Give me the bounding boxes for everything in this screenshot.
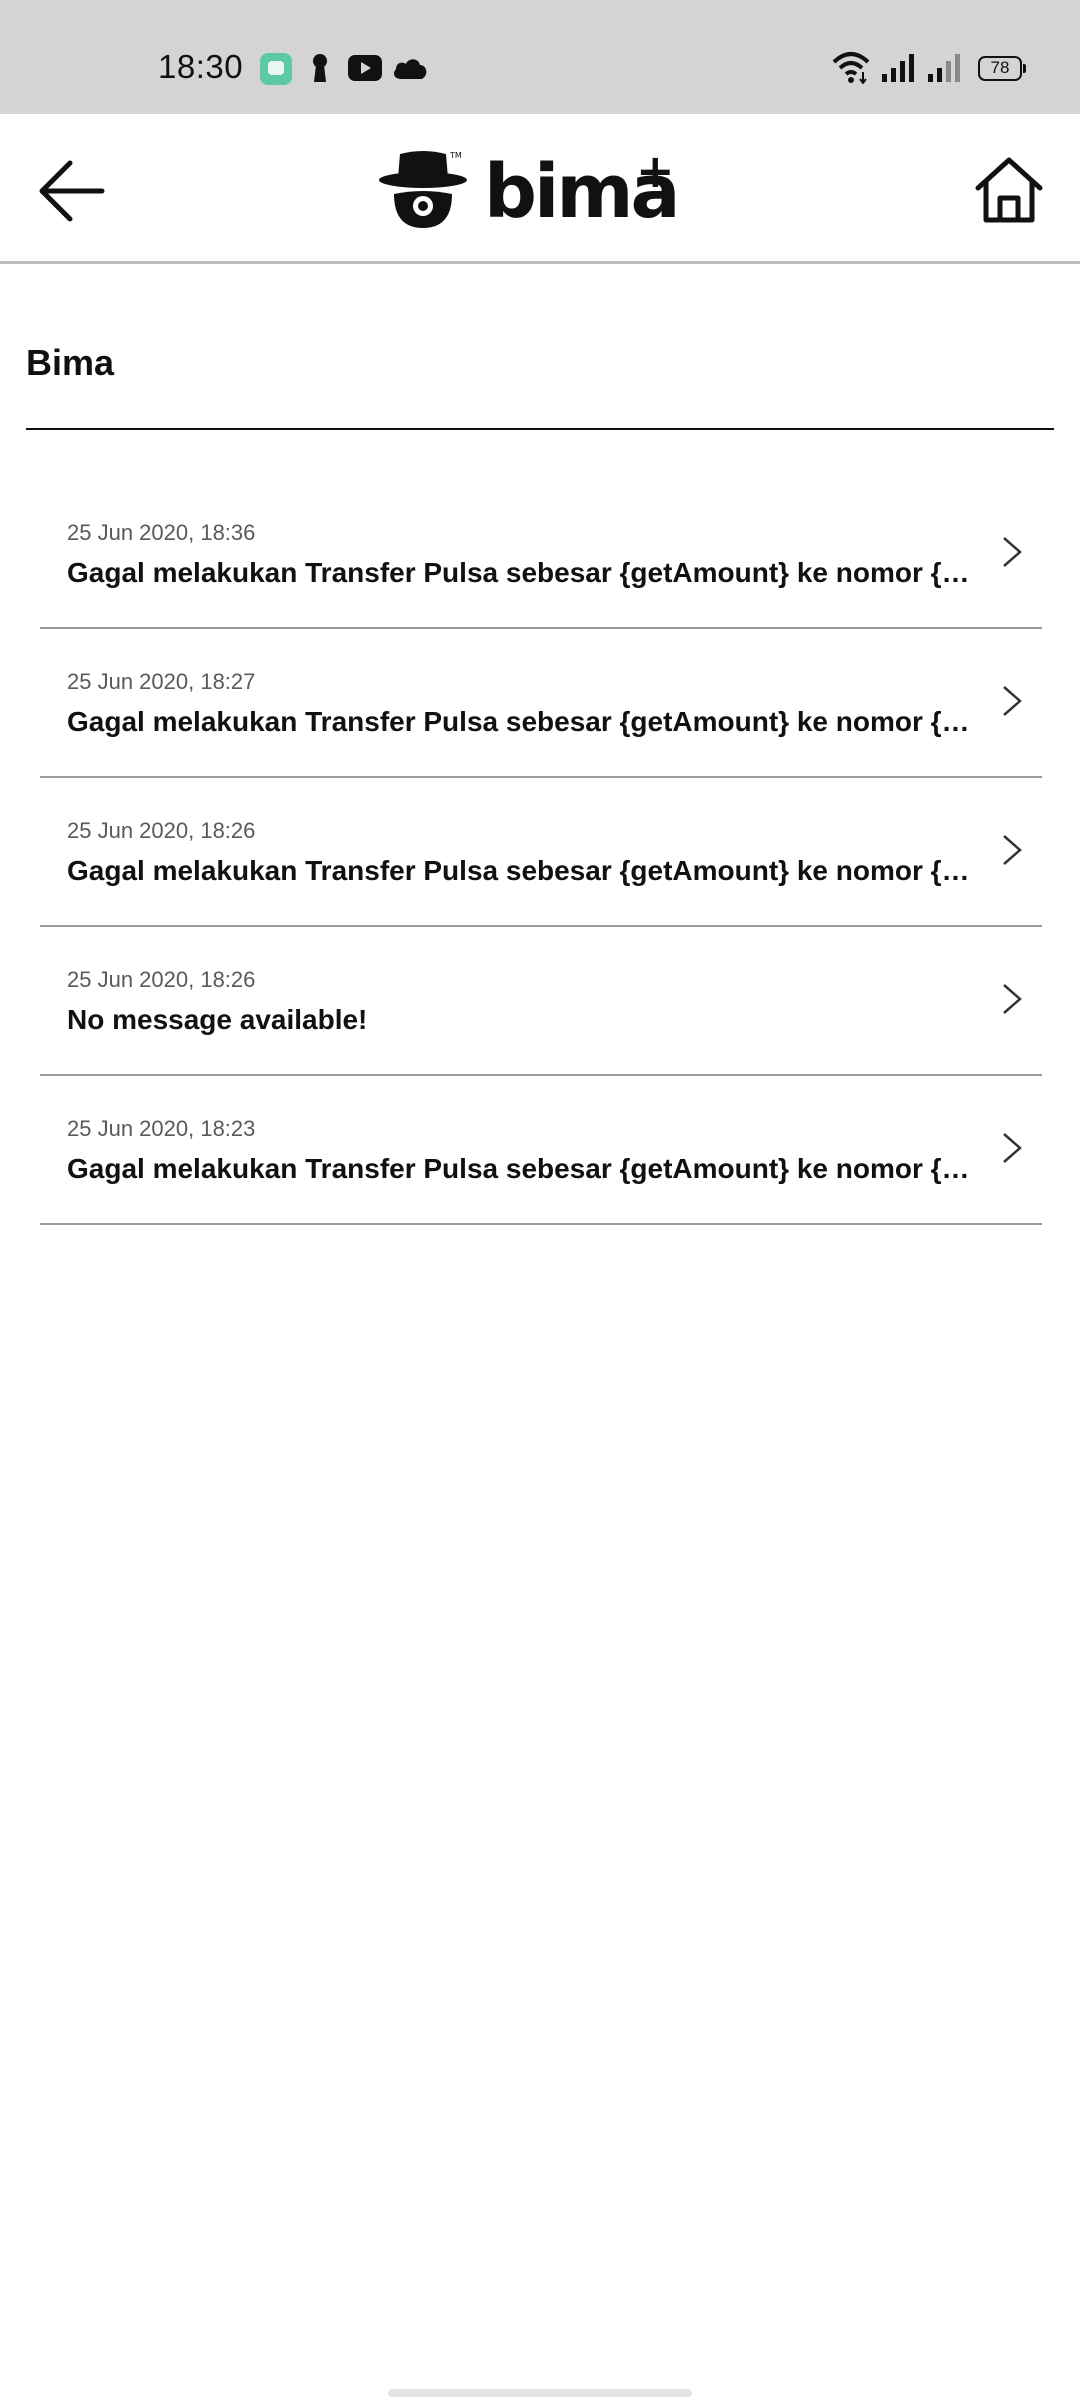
chevron-right-icon: [1003, 686, 1022, 716]
signal-icon: [928, 54, 960, 82]
spy-hat-icon: TM: [379, 151, 467, 228]
notification-list: 25 Jun 2020, 18:36 Gagal melakukan Trans…: [40, 480, 1042, 1225]
notification-date: 25 Jun 2020, 18:26: [67, 818, 256, 843]
notification-date: 25 Jun 2020, 18:27: [67, 669, 256, 694]
wifi-icon: [832, 52, 870, 84]
notification-date: 25 Jun 2020, 18:36: [67, 520, 256, 545]
status-time: 18:30: [158, 48, 244, 85]
cloud-icon: [393, 59, 427, 79]
list-item[interactable]: 25 Jun 2020, 18:36 Gagal melakukan Trans…: [40, 480, 1042, 629]
section-title: Bima: [26, 342, 115, 383]
svg-text:TM: TM: [449, 151, 462, 160]
chat-app-icon: [260, 53, 292, 85]
list-item[interactable]: 25 Jun 2020, 18:23 Gagal melakukan Trans…: [40, 1076, 1042, 1225]
logo-plus: +: [636, 144, 675, 198]
arrow-left-icon[interactable]: [34, 154, 108, 228]
bima-logo: TM bima +: [378, 144, 680, 234]
home-indicator[interactable]: [388, 2389, 692, 2397]
notification-message: Gagal melakukan Transfer Pulsa sebesar {…: [67, 1153, 977, 1184]
section-divider: [26, 428, 1054, 430]
chevron-right-icon: [1003, 537, 1022, 567]
chevron-right-icon: [1003, 1133, 1022, 1163]
list-item[interactable]: 25 Jun 2020, 18:27 Gagal melakukan Trans…: [40, 629, 1042, 778]
chevron-right-icon: [1003, 984, 1022, 1014]
notification-message: Gagal melakukan Transfer Pulsa sebesar {…: [67, 855, 977, 886]
notification-message: No message available!: [67, 1004, 368, 1035]
list-item[interactable]: 25 Jun 2020, 18:26 Gagal melakukan Trans…: [40, 778, 1042, 927]
keyhole-icon: [313, 54, 327, 82]
notification-date: 25 Jun 2020, 18:23: [67, 1116, 256, 1141]
notification-date: 25 Jun 2020, 18:26: [67, 967, 256, 992]
status-bar: 18:30 78: [0, 0, 1080, 114]
youtube-icon: [348, 55, 382, 81]
battery-indicator: 78: [978, 56, 1026, 81]
list-item[interactable]: 25 Jun 2020, 18:26 No message available!: [40, 927, 1042, 1076]
notification-message: Gagal melakukan Transfer Pulsa sebesar {…: [67, 557, 977, 588]
signal-icon: [882, 54, 914, 82]
notification-message: Gagal melakukan Transfer Pulsa sebesar {…: [67, 706, 977, 737]
chevron-right-icon: [1003, 835, 1022, 865]
home-icon[interactable]: [972, 152, 1046, 226]
app-bar: TM bima +: [0, 114, 1080, 264]
